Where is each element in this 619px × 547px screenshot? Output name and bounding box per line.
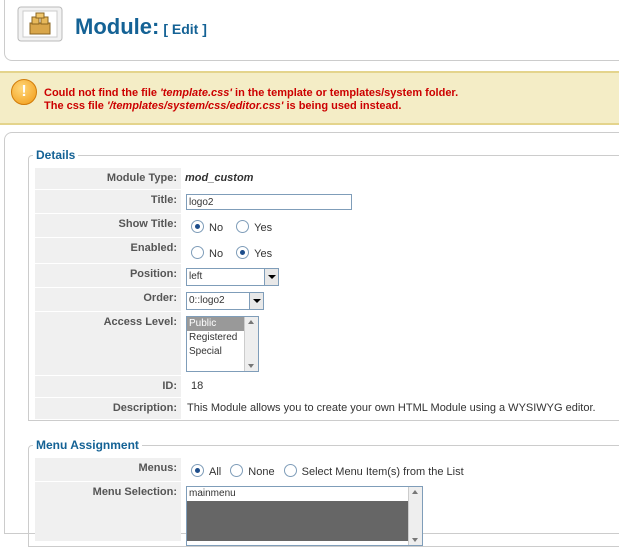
show-title-label: Show Title: [35,214,181,238]
menu-selection-item[interactable]: mainmenu [187,487,408,501]
content-panel: Details Module Type: mod_custom Title: l… [4,132,619,547]
menus-select-label: Select Menu Item(s) from the List [301,466,464,478]
show-title-yes-label: Yes [254,222,273,234]
title-input[interactable]: logo2 [186,194,352,210]
details-fieldset: Details Module Type: mod_custom Title: l… [28,148,619,421]
module-icon [17,6,63,42]
title-text: Module: [75,14,160,39]
module-type-value: mod_custom [185,172,254,184]
access-option-public[interactable]: Public [187,317,244,331]
chevron-down-icon[interactable] [264,269,278,285]
menus-select-radio[interactable] [283,464,297,477]
menus-none-label: None [248,466,275,478]
menu-selection-listbox[interactable]: mainmenu [186,486,423,546]
menus-all-label: All [209,466,222,478]
position-label: Position: [35,264,181,288]
enabled-yes-label: Yes [254,248,273,260]
details-legend: Details [33,148,79,162]
row-enabled: Enabled: No Yes [35,238,619,264]
id-value: 18 [191,380,204,392]
row-order: Order: 0::logo2 [35,288,619,312]
menus-none-radio[interactable] [230,464,244,477]
show-title-yes-radio[interactable] [236,220,250,233]
menus-all-radio[interactable] [191,464,204,477]
notice-line1-file: 'template.css' [160,87,232,99]
row-menu-selection: Menu Selection: mainmenu [35,482,619,546]
notice-line1-suffix: in the template or templates/system fold… [231,87,459,99]
enabled-no-radio[interactable] [191,246,204,259]
access-level-listbox[interactable]: Public Registered Special [186,316,259,372]
module-type-label: Module Type: [35,168,181,190]
notice-line2-suffix: is being used instead. [283,100,402,112]
notice-line1-prefix: Could not find the file [44,87,161,99]
notice-line2-file: '/templates/system/css/editor.css' [106,100,284,112]
title-label: Title: [35,190,181,214]
enabled-options: No Yes [191,246,282,260]
menus-options: All None Select Menu Item(s) from the Li… [191,464,474,478]
row-module-type: Module Type: mod_custom [35,168,619,190]
menu-selection-highlight [187,501,408,541]
row-description: Description: This Module allows you to c… [35,398,619,420]
enabled-label: Enabled: [35,238,181,264]
notice-line-1: Could not find the file 'template.css' i… [44,87,458,100]
notice-line-2: The css file '/templates/system/css/edit… [44,100,458,113]
row-access-level: Access Level: Public Registered Special [35,312,619,376]
row-id: ID: 18 [35,376,619,398]
menu-assignment-fieldset: Menu Assignment Menus: All None Select M… [28,438,619,547]
description-label: Description: [35,398,181,420]
access-level-label: Access Level: [35,312,181,376]
listbox-scrollbar[interactable] [244,317,258,371]
enabled-yes-radio[interactable] [236,246,250,259]
id-label: ID: [35,376,181,398]
menu-listbox-scrollbar[interactable] [408,487,422,545]
page-header: Module:[ Edit ] [4,0,619,61]
order-value: 0::logo2 [189,295,225,306]
row-menus: Menus: All None Select Menu Item(s) from… [35,458,619,482]
page-title: Module:[ Edit ] [75,14,207,40]
show-title-no-label: No [209,222,224,234]
order-label: Order: [35,288,181,312]
notice-message: Could not find the file 'template.css' i… [44,87,458,113]
row-title: Title: logo2 [35,190,619,214]
position-select[interactable]: left [186,268,279,286]
row-show-title: Show Title: No Yes [35,214,619,238]
row-position: Position: left [35,264,619,288]
position-value: left [189,271,203,282]
menus-label: Menus: [35,458,181,482]
order-select[interactable]: 0::logo2 [186,292,264,310]
enabled-no-label: No [209,248,224,260]
title-subtitle: [ Edit ] [163,21,207,37]
warning-notice: ! Could not find the file 'template.css'… [0,71,619,125]
notice-line2-prefix: The css file [44,100,107,112]
menu-selection-label: Menu Selection: [35,482,181,542]
chevron-down-icon[interactable] [249,293,263,309]
menu-assignment-legend: Menu Assignment [33,438,142,452]
description-value: This Module allows you to create your ow… [187,402,596,414]
warning-icon: ! [11,79,37,105]
show-title-options: No Yes [191,220,282,234]
show-title-no-radio[interactable] [191,220,204,233]
